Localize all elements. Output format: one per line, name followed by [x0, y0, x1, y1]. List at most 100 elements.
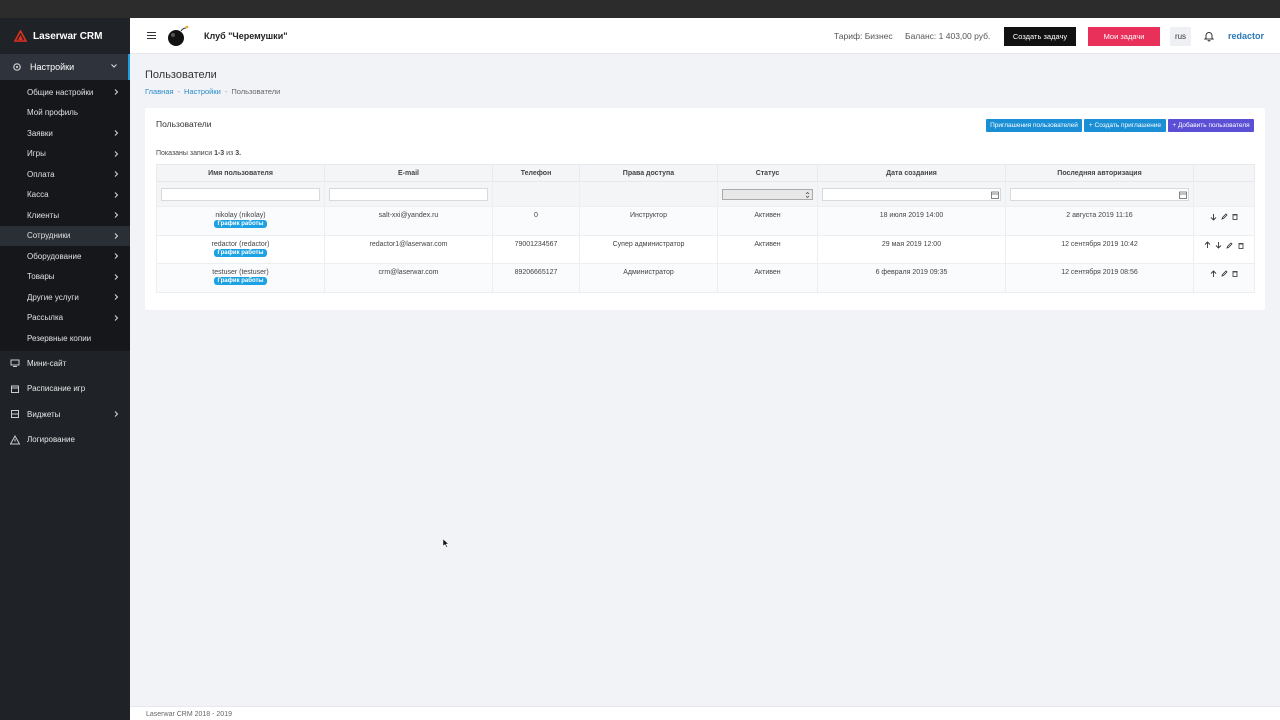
cell-status: Активен: [717, 234, 818, 264]
cell-email: salt-xxi@yandex.ru: [324, 206, 493, 236]
brand[interactable]: Laserwar CRM: [0, 18, 130, 54]
language-switch[interactable]: rus: [1170, 27, 1191, 46]
sidebar-subitem-label: Рассылка: [27, 313, 64, 323]
footer-copyright: Laserwar CRM 2018 - 2019: [146, 711, 232, 718]
sidebar-item-settings[interactable]: Настройки: [0, 54, 130, 80]
column-header: Права доступа: [579, 164, 718, 182]
sidebar-subitem-label: Товары: [27, 272, 55, 282]
cell-role: Супер администратор: [579, 234, 718, 264]
card-title: Пользователи: [156, 119, 212, 129]
work-schedule-badge[interactable]: График работы: [214, 220, 267, 228]
sidebar-item[interactable]: Логирование: [0, 427, 130, 453]
top-header: Клуб "Черемушки" Тариф: Бизнес Баланс: 1…: [130, 18, 1280, 54]
cell-last-login: 12 сентября 2019 10:42: [1005, 234, 1194, 264]
chevron-right-icon: [113, 314, 120, 324]
calendar-icon[interactable]: [991, 191, 999, 199]
filter-name-input[interactable]: [161, 187, 320, 201]
monitor-icon: [10, 358, 20, 368]
column-header: Телефон: [492, 164, 580, 182]
sidebar-subitem-label: Оплата: [27, 169, 55, 179]
sidebar-subitem[interactable]: Товары: [0, 267, 130, 288]
user-name-link[interactable]: testuser (testuser): [157, 269, 324, 276]
invitations-button[interactable]: Приглашения пользователей: [986, 119, 1082, 132]
sidebar-item-label: Мини-сайт: [27, 358, 67, 368]
sidebar-subitem[interactable]: Оборудование: [0, 246, 130, 267]
chevron-right-icon: [113, 252, 120, 262]
sidebar-subitem[interactable]: Оплата: [0, 164, 130, 185]
users-card: Пользователи Приглашения пользователей +…: [145, 108, 1265, 310]
tariff-label: Тариф: Бизнес: [834, 31, 893, 41]
user-name-link[interactable]: redactor (redactor): [157, 241, 324, 248]
sidebar-item[interactable]: Расписание игр: [0, 376, 130, 402]
sidebar-subitem[interactable]: Общие настройки: [0, 82, 130, 103]
my-tasks-button[interactable]: Мои задачи: [1088, 27, 1160, 46]
records-count: Показаны записи 1-3 из 3.: [156, 150, 242, 157]
cell-status: Активен: [717, 263, 818, 293]
edit-icon[interactable]: [1220, 212, 1228, 221]
edit-icon[interactable]: [1226, 241, 1234, 250]
chevron-right-icon: [113, 293, 120, 303]
cell-role: Инструктор: [579, 206, 718, 236]
trash-icon[interactable]: [1231, 269, 1239, 278]
table-header-row: Имя пользователя E-mail Телефон Права досту…: [156, 164, 1255, 182]
sidebar-item-label: Расписание игр: [27, 384, 86, 394]
add-user-button[interactable]: + Добавить пользователя: [1168, 119, 1254, 132]
column-header: E-mail: [324, 164, 493, 182]
bell-icon[interactable]: [1203, 30, 1215, 42]
create-invite-button[interactable]: + Создать приглашение: [1084, 119, 1166, 132]
sidebar-subitem[interactable]: Резервные копии: [0, 328, 130, 349]
move-up-icon[interactable]: [1209, 269, 1217, 278]
sidebar-item[interactable]: Мини-сайт: [0, 351, 130, 377]
edit-icon[interactable]: [1220, 269, 1228, 278]
brand-name: Laserwar CRM: [33, 30, 103, 42]
cell-phone: 0: [492, 206, 580, 236]
sidebar-item-label: Логирование: [27, 435, 75, 445]
cell-phone: 79001234567: [492, 234, 580, 264]
chevron-right-icon: [113, 170, 120, 180]
trash-icon[interactable]: [1231, 212, 1239, 221]
menu-toggle-icon[interactable]: [147, 32, 156, 39]
sidebar-subitem[interactable]: Другие услуги: [0, 287, 130, 308]
column-header: [1193, 164, 1255, 182]
filter-email-input[interactable]: [329, 187, 488, 201]
filter-last-login-input[interactable]: [1010, 187, 1189, 201]
sidebar-subitem[interactable]: Касса: [0, 185, 130, 206]
work-schedule-badge[interactable]: График работы: [214, 248, 267, 257]
move-down-icon[interactable]: [1215, 241, 1223, 250]
chevron-down-icon: [110, 62, 118, 72]
balance-label: Баланс: 1 403,00 руб.: [905, 31, 991, 41]
create-task-button[interactable]: Создать задачу: [1004, 27, 1076, 46]
chevron-right-icon: [113, 191, 120, 201]
sidebar-subitem[interactable]: Рассылка: [0, 308, 130, 329]
breadcrumb-settings[interactable]: Настройки: [184, 87, 221, 96]
trash-icon[interactable]: [1237, 241, 1245, 250]
sidebar-subitem-label: Другие услуги: [27, 292, 79, 302]
sidebar-item[interactable]: Виджеты: [0, 402, 130, 428]
sidebar-item-label: Виджеты: [27, 409, 61, 419]
work-schedule-badge[interactable]: График работы: [214, 277, 267, 285]
calendar-icon[interactable]: [1179, 191, 1187, 199]
user-menu[interactable]: redactor: [1228, 31, 1264, 41]
mouse-cursor-icon: [442, 538, 450, 548]
row-actions: [1193, 263, 1255, 293]
filter-created-input[interactable]: [822, 187, 1001, 201]
filter-status-select[interactable]: [722, 188, 813, 200]
cell-created: 29 мая 2019 12:00: [817, 234, 1006, 264]
cell-phone: 89206665127: [492, 263, 580, 293]
sidebar-subitem[interactable]: Сотрудники: [0, 225, 130, 246]
cell-last-login: 12 сентября 2019 08:56: [1005, 263, 1194, 293]
move-down-icon[interactable]: [1209, 212, 1217, 221]
cell-status: Активен: [717, 206, 818, 236]
breadcrumb-home[interactable]: Главная: [145, 87, 174, 96]
cell-email: redactor1@laserwar.com: [324, 234, 493, 264]
sidebar-subitem[interactable]: Заявки: [0, 123, 130, 144]
sidebar-subitem-label: Клиенты: [27, 210, 60, 220]
footer: Laserwar CRM 2018 - 2019: [130, 706, 1280, 720]
user-name-link[interactable]: nikolay (nikolay): [157, 212, 324, 219]
move-up-icon[interactable]: [1204, 241, 1212, 250]
main-content: Пользователи Главная - Настройки - Пользоват…: [130, 54, 1280, 706]
sidebar-subitem[interactable]: Игры: [0, 144, 130, 165]
sidebar-subitem[interactable]: Мой профиль: [0, 103, 130, 124]
sidebar-subitem[interactable]: Клиенты: [0, 205, 130, 226]
page-title: Пользователи: [145, 69, 217, 81]
